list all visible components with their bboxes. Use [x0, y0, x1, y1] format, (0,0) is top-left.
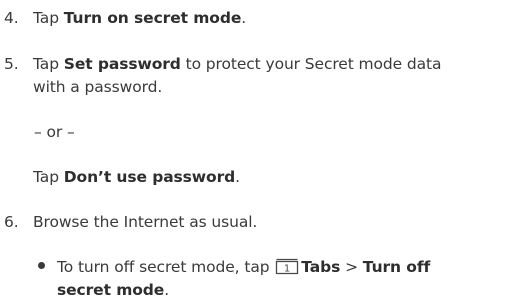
- dont-use-password-label: Don’t use password: [63, 168, 236, 186]
- bullet-line-1: To turn off secret mode, tap 1 Tabs > Tur…: [57, 258, 431, 276]
- step-number: 4.: [4, 9, 19, 27]
- tabs-label: Tabs: [301, 258, 341, 276]
- secret-mode-label: secret mode: [57, 281, 165, 299]
- tabs-icon: 1: [275, 258, 299, 275]
- step-text: Tap: [33, 55, 64, 73]
- step-text: Browse the Internet as usual.: [33, 213, 258, 231]
- turn-off-label: Turn off: [362, 258, 431, 276]
- bullet-icon: [38, 262, 45, 269]
- or-separator: – or –: [34, 123, 75, 141]
- set-password-label: Set password: [63, 55, 181, 73]
- bullet-line-2: secret mode.: [57, 281, 170, 299]
- step-5-line-2: with a password.: [33, 78, 163, 96]
- step-number: 6.: [4, 213, 19, 231]
- turn-on-secret-mode-label: Turn on secret mode: [63, 9, 242, 27]
- step-text: Tap: [33, 9, 64, 27]
- svg-text:1: 1: [284, 264, 290, 275]
- step-number: 5.: [4, 55, 19, 73]
- alternative-step: Tap Don’t use password.: [33, 168, 240, 186]
